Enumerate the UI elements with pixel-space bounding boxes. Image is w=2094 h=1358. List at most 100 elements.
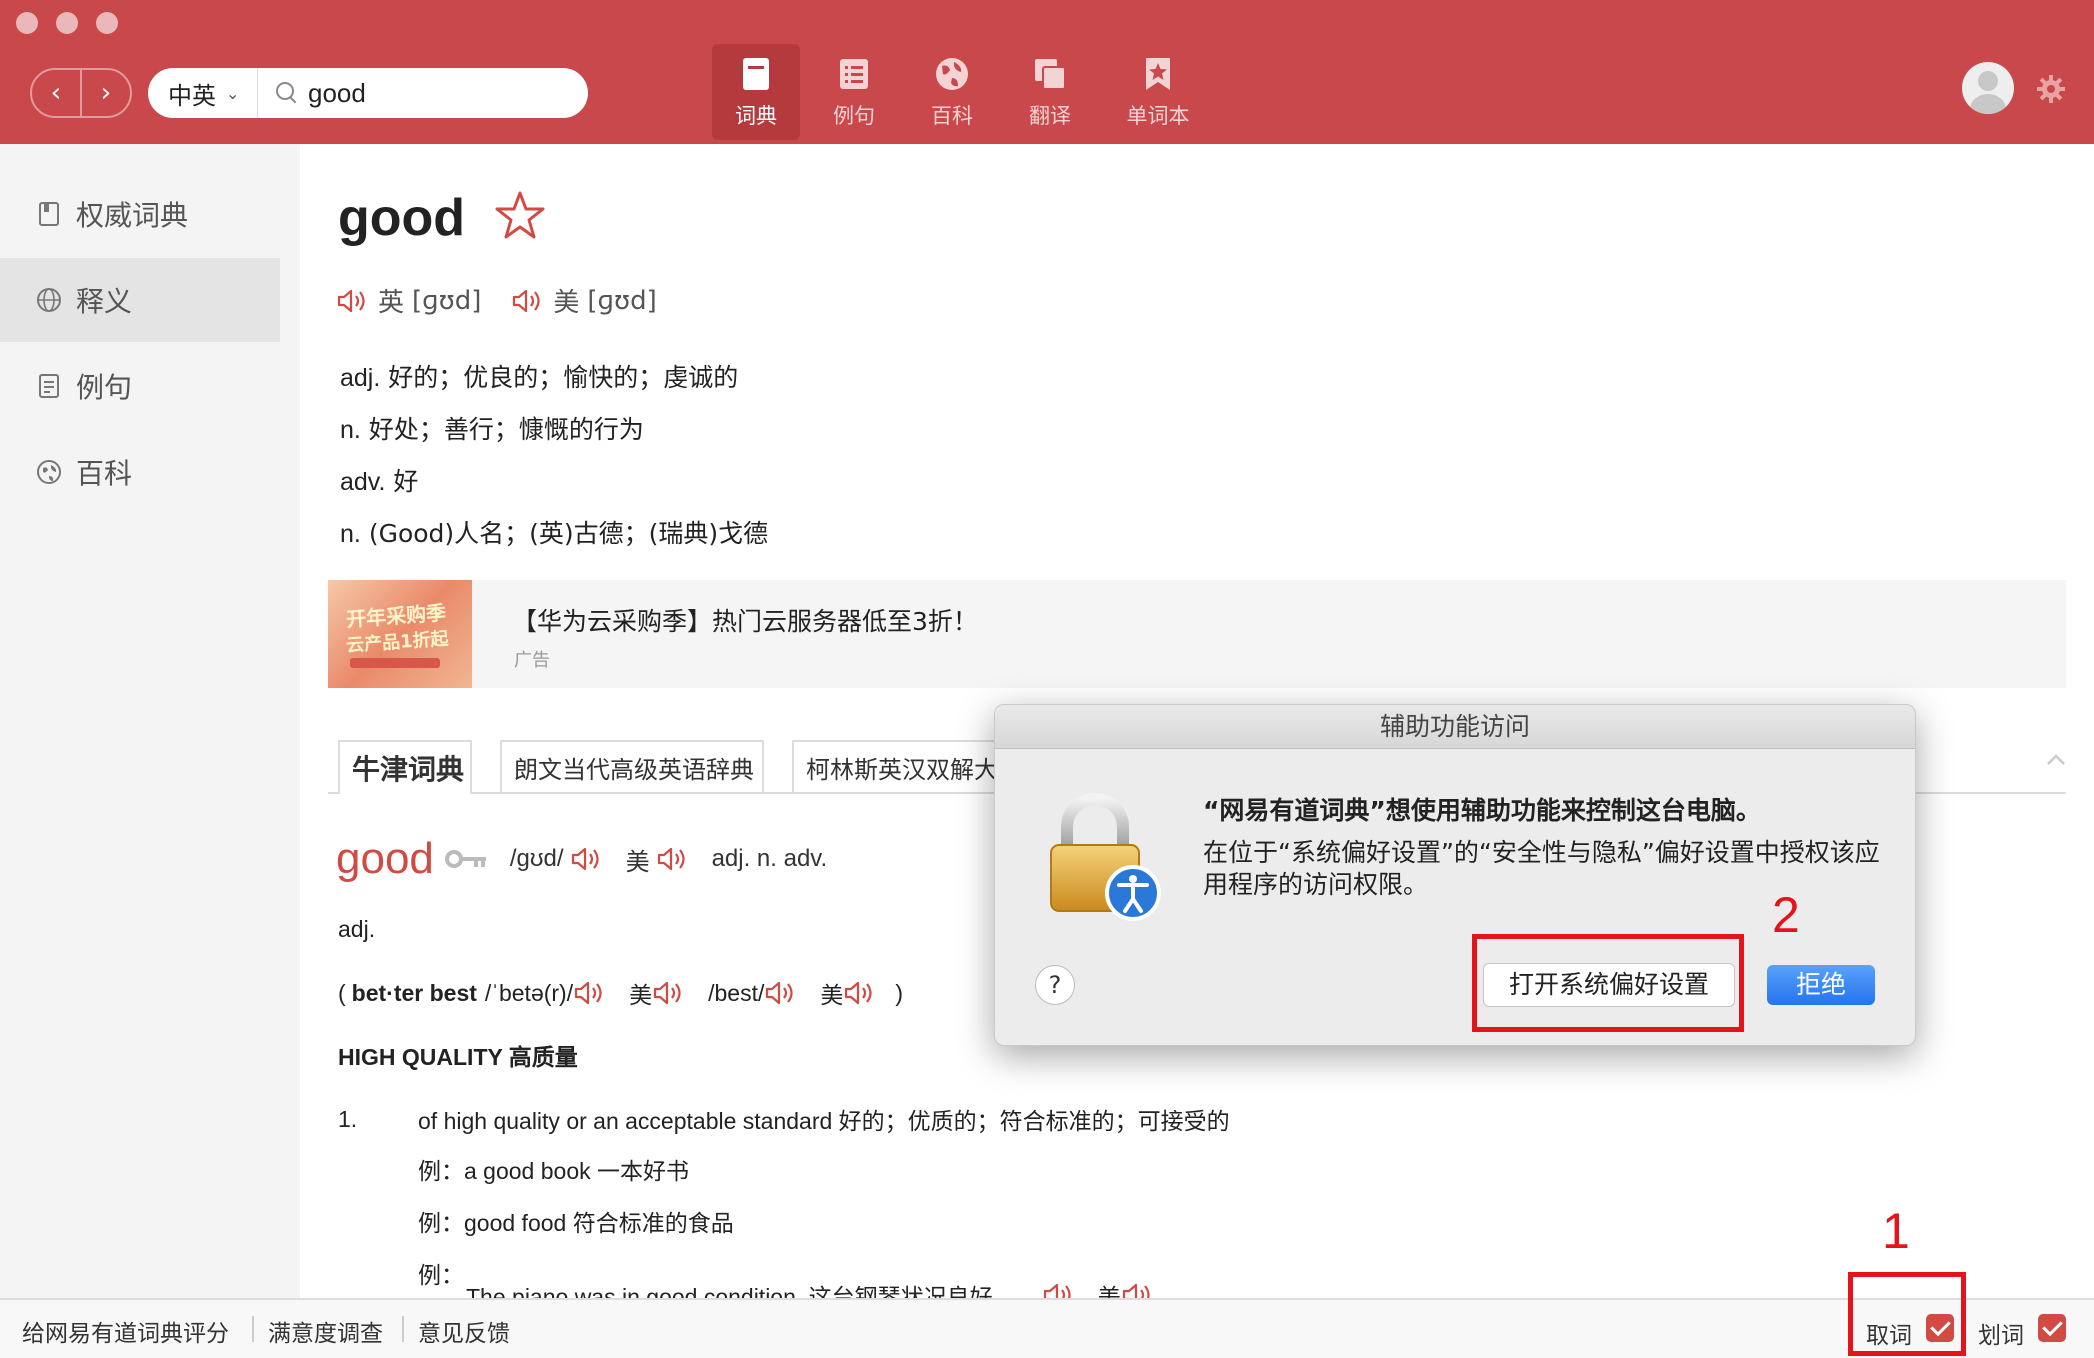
annotation-number-1: 1	[1882, 1203, 1910, 1259]
speaker-icon[interactable]	[843, 979, 877, 1007]
deny-button[interactable]: 拒绝	[1767, 965, 1875, 1005]
tab-label: 单词本	[1126, 104, 1190, 128]
select-word-checkbox[interactable]	[2038, 1314, 2066, 1342]
definition-line: adv. 好	[340, 462, 418, 498]
window-minimize-button[interactable]	[56, 12, 78, 34]
dictionary-icon	[743, 58, 769, 90]
divider	[252, 1316, 254, 1342]
chevron-down-icon: ⌄	[226, 83, 240, 103]
us-label: 美	[629, 982, 653, 1008]
speaker-icon[interactable]	[652, 979, 686, 1007]
example-line: 例： a good book 一本好书	[418, 1152, 689, 1186]
feedback-link[interactable]: 意见反馈	[418, 1314, 510, 1348]
us-label: 美	[820, 982, 844, 1008]
bracket: (	[338, 979, 346, 1006]
window-zoom-button[interactable]	[96, 12, 118, 34]
lock-icon	[1050, 793, 1161, 921]
speaker-icon[interactable]	[1042, 1281, 1076, 1298]
ad-label: 广告	[514, 650, 550, 671]
toolbar: ‹ › 中英 ⌄ 词典 例句 百科	[0, 0, 2094, 144]
speaker-icon[interactable]	[764, 979, 798, 1007]
sidebar: 权威词典 释义 例句 百科	[0, 144, 300, 1298]
tab-label: 例句	[833, 104, 875, 128]
tab-dictionary[interactable]: 词典	[712, 44, 800, 140]
sidebar-item-label: 百科	[76, 457, 133, 490]
speaker-icon[interactable]	[656, 845, 690, 873]
speaker-icon[interactable]	[573, 979, 607, 1007]
tab-wordbook[interactable]: 单词本	[1110, 44, 1206, 140]
bookmark-star-icon	[1146, 58, 1170, 90]
example-text: good food 符合标准的食品	[464, 1210, 734, 1236]
oxford-pos-line: adj.	[338, 916, 376, 942]
example-line: 例： good food 符合标准的食品	[418, 1204, 734, 1238]
speaker-icon[interactable]	[511, 287, 545, 315]
survey-link[interactable]: 满意度调查	[268, 1314, 383, 1348]
tab-label: 翻译	[1029, 104, 1071, 128]
pronunciation-row: 英 [ɡʊd] 美 [ɡʊd]	[336, 282, 687, 319]
book-icon	[39, 202, 59, 226]
bracket: )	[895, 979, 904, 1006]
sense-text: of high quality or an acceptable standar…	[418, 1108, 1230, 1134]
annotation-number-2: 2	[1772, 887, 1800, 943]
language-select[interactable]: 中英 ⌄	[148, 68, 258, 118]
speaker-icon[interactable]	[336, 287, 370, 315]
definition-line: n. (Good)人名；(英)古德；(瑞典)戈德	[340, 514, 768, 550]
part-of-speech: adj.	[340, 364, 381, 392]
definition-text: 好	[393, 467, 419, 496]
sense-number: 1.	[338, 1105, 358, 1132]
speaker-icon[interactable]	[570, 845, 604, 873]
compass-icon	[37, 460, 61, 484]
translate-icon	[1035, 59, 1066, 90]
us-label: 美	[625, 848, 650, 876]
part-of-speech: n.	[340, 520, 361, 548]
us-label: 美	[553, 288, 580, 318]
part-of-speech: adv.	[340, 468, 386, 496]
forms-phonetic: /best/	[708, 979, 765, 1006]
example-label: 例：	[418, 1262, 464, 1288]
tab-collins[interactable]: 柯林斯英汉双解大	[792, 740, 1002, 792]
tab-encyclopedia[interactable]: 百科	[908, 44, 996, 140]
avatar[interactable]	[1962, 62, 2014, 114]
headword: good	[338, 189, 466, 247]
uk-label: 英	[378, 288, 405, 318]
back-button[interactable]: ‹	[32, 70, 80, 116]
advertisement-banner[interactable]: 开年采购季 云产品1折起 【华为云采购季】热门云服务器低至3折！ 广告	[328, 580, 2066, 688]
speaker-icon[interactable]	[1121, 1281, 1155, 1298]
help-button[interactable]: ?	[1035, 965, 1075, 1005]
sidebar-item-encyclopedia[interactable]: 百科	[0, 430, 280, 514]
definition-line: adj. 好的；优良的；愉快的；虔诚的	[340, 358, 738, 394]
sidebar-item-authoritative-dictionaries[interactable]: 权威词典	[0, 172, 280, 256]
rate-app-link[interactable]: 给网易有道词典评分	[22, 1314, 229, 1348]
search-input[interactable]	[308, 77, 588, 109]
oxford-entry-header: good /ɡʊd/ 美 adj. n. adv.	[336, 834, 833, 884]
favorite-star-icon[interactable]	[492, 188, 548, 244]
gear-icon[interactable]	[2036, 74, 2066, 104]
search-box: 中英 ⌄	[148, 68, 588, 118]
language-select-label: 中英	[168, 81, 216, 110]
example-text: a good book 一本好书	[464, 1158, 690, 1184]
annotation-box-2	[1472, 934, 1744, 1032]
example-label: 例：	[418, 1158, 464, 1184]
forms-word: bet·ter best	[351, 979, 477, 1006]
sense-heading: HIGH QUALITY 高质量	[338, 1044, 578, 1070]
definition-text: 好处；善行；慷慨的行为	[368, 415, 644, 444]
word-forms-line: ( bet·ter best /ˈbetə(r)/ 美 /best/ 美 )	[338, 976, 903, 1010]
sidebar-item-examples[interactable]: 例句	[0, 344, 280, 428]
window-close-button[interactable]	[16, 12, 38, 34]
oxford-headword: good	[336, 834, 434, 883]
forward-button[interactable]: ›	[80, 70, 130, 116]
chevron-up-icon[interactable]	[2044, 748, 2068, 772]
tab-examples[interactable]: 例句	[810, 44, 898, 140]
annotation-box-1	[1848, 1272, 1966, 1356]
sidebar-item-label: 权威词典	[76, 199, 189, 232]
globe-icon	[37, 288, 61, 312]
chevron-left-icon: ‹	[50, 78, 62, 108]
example-label: 例：	[418, 1210, 464, 1236]
sidebar-item-definitions[interactable]: 释义	[0, 258, 280, 342]
tab-translate[interactable]: 翻译	[1006, 44, 1094, 140]
tab-oxford[interactable]: 牛津词典	[338, 740, 472, 794]
divider	[402, 1316, 404, 1342]
tab-longman[interactable]: 朗文当代高级英语辞典	[500, 740, 764, 792]
us-label: 美	[1097, 1284, 1121, 1298]
globe-icon	[936, 58, 968, 90]
